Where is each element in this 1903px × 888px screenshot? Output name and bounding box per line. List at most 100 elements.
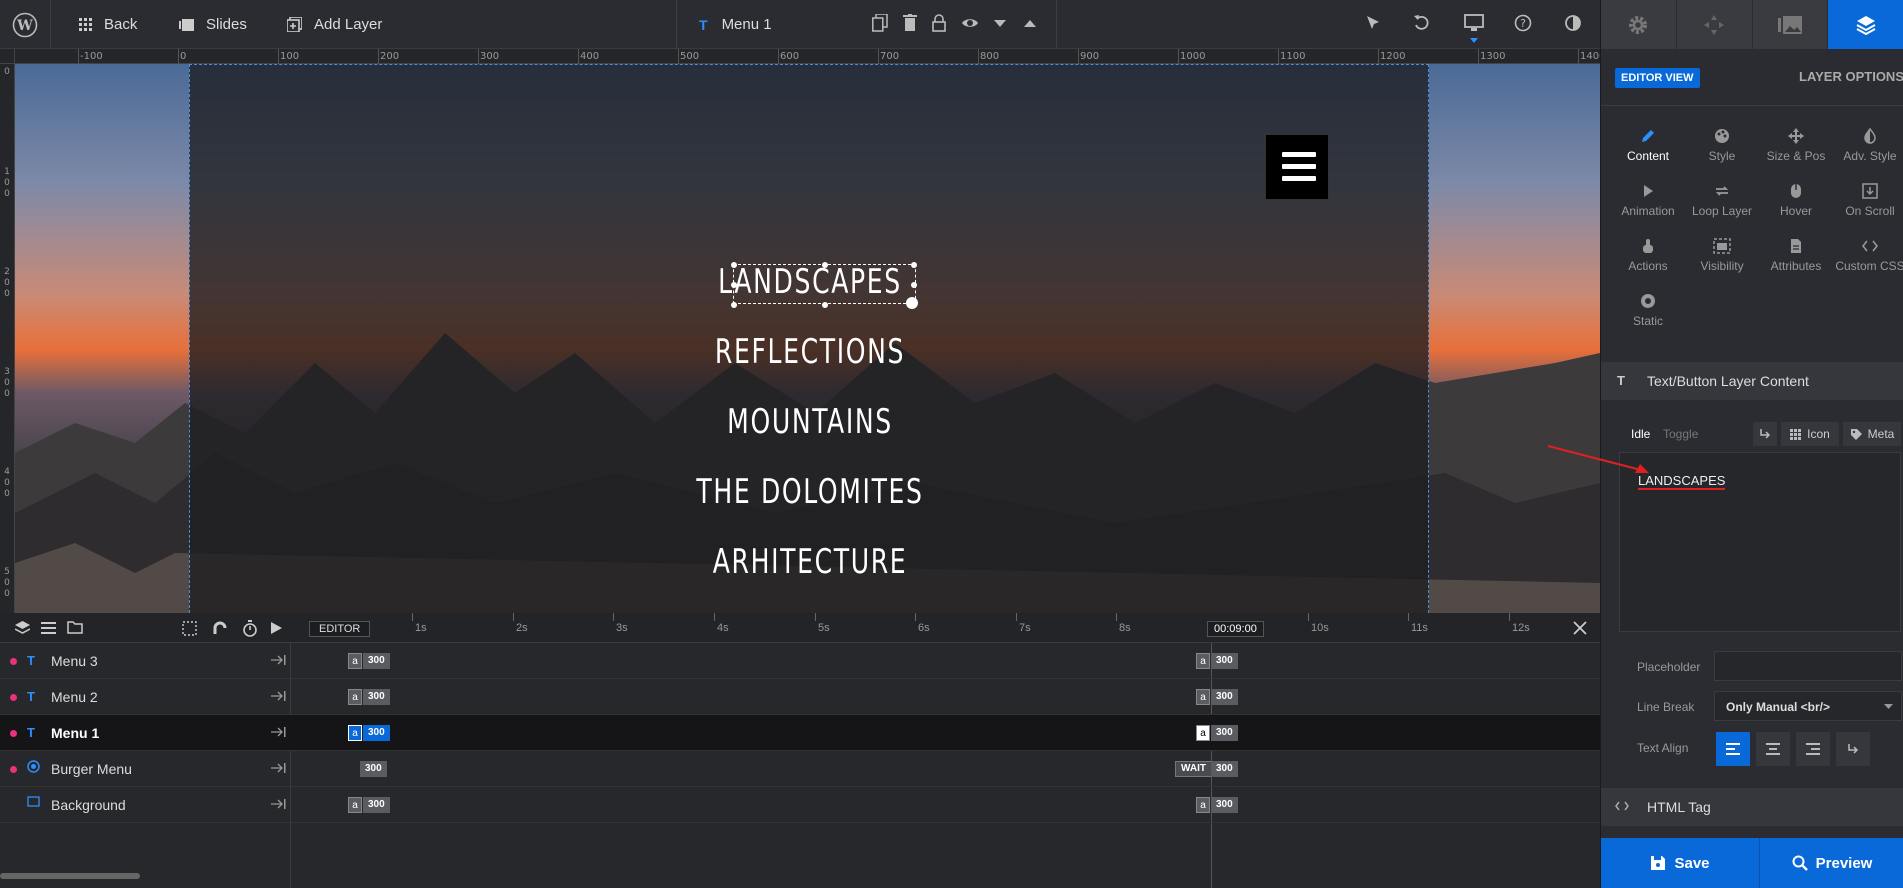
select-area-icon[interactable] — [182, 621, 197, 636]
visibility-eye-icon[interactable] — [961, 14, 981, 34]
toggle-tab[interactable]: Toggle — [1663, 427, 1698, 441]
tab-settings[interactable] — [1601, 0, 1677, 49]
align-left-button[interactable] — [1716, 732, 1750, 766]
start-duration-badge[interactable]: 300 — [363, 653, 390, 669]
add-layer-button[interactable]: Add Layer — [287, 0, 382, 49]
lock-icon[interactable] — [932, 14, 952, 34]
slide-canvas[interactable]: LANDSCAPES REFLECTIONS MOUNTAINS THE DOL… — [15, 64, 1600, 613]
preview-button[interactable]: Preview — [1760, 838, 1903, 888]
icon-button[interactable]: Icon — [1781, 422, 1839, 446]
timeline-row[interactable]: Background a 300 a 300 — [0, 787, 1600, 823]
option-static[interactable]: Static — [1611, 293, 1685, 328]
duplicate-icon[interactable] — [872, 14, 892, 34]
option-on-scroll[interactable]: On Scroll — [1833, 183, 1903, 218]
option-adv-style[interactable]: Adv. Style — [1833, 128, 1903, 163]
horizontal-scrollbar[interactable] — [0, 873, 140, 879]
start-duration-badge[interactable]: 300 — [363, 725, 390, 741]
collapse-to-end-icon[interactable] — [270, 726, 286, 738]
start-ease-badge[interactable]: a — [348, 725, 362, 741]
collapse-to-end-icon[interactable] — [270, 798, 286, 810]
option-animation[interactable]: Animation — [1611, 183, 1685, 218]
start-duration-badge[interactable]: 300 — [363, 797, 390, 813]
slides-button[interactable]: Slides — [179, 0, 247, 49]
current-layer-indicator[interactable]: T Menu 1 — [699, 0, 772, 49]
wait-badge[interactable]: WAIT — [1175, 761, 1212, 777]
section-text-button-content[interactable]: T Text/Button Layer Content — [1601, 362, 1903, 400]
folder-icon[interactable] — [67, 621, 83, 634]
tab-navigation[interactable] — [1676, 0, 1753, 49]
end-duration-badge[interactable]: 300 — [1211, 797, 1238, 813]
editor-view-badge[interactable]: EDITOR VIEW — [1615, 68, 1700, 88]
section-html-tag[interactable]: HTML Tag — [1601, 788, 1903, 826]
start-duration-badge[interactable]: 300 — [363, 689, 390, 705]
contrast-icon[interactable] — [1564, 14, 1584, 34]
linebreak-insert-button[interactable] — [1753, 422, 1777, 446]
move-down-icon[interactable] — [992, 14, 1012, 34]
menu-item-mountains[interactable]: MOUNTAINS — [302, 402, 1319, 442]
layers-icon[interactable] — [15, 621, 30, 635]
start-duration-badge[interactable]: 300 — [360, 761, 387, 777]
move-up-icon[interactable] — [1022, 14, 1042, 34]
option-content[interactable]: Content — [1611, 128, 1685, 163]
end-duration-badge[interactable]: 300 — [1211, 689, 1238, 705]
collapse-to-end-icon[interactable] — [270, 690, 286, 702]
tab-layers[interactable] — [1828, 0, 1903, 49]
end-duration-badge[interactable]: 300 — [1211, 653, 1238, 669]
align-right-button[interactable] — [1796, 732, 1830, 766]
collapse-to-end-icon[interactable] — [270, 762, 286, 774]
wordpress-logo-icon[interactable]: W — [12, 0, 38, 49]
start-ease-badge[interactable]: a — [348, 689, 362, 705]
tab-slide[interactable] — [1752, 0, 1829, 49]
timeline-row[interactable]: T Menu 2 a 300 a 300 — [0, 679, 1600, 715]
placeholder-input[interactable] — [1714, 651, 1902, 681]
list-icon[interactable] — [41, 622, 56, 634]
option-custom-css[interactable]: Custom CSS — [1833, 238, 1903, 273]
end-duration-badge[interactable]: 300 — [1211, 725, 1238, 741]
meta-button[interactable]: Meta — [1843, 422, 1901, 446]
close-timeline-icon[interactable] — [1573, 621, 1587, 635]
start-ease-badge[interactable]: a — [348, 797, 362, 813]
undo-history-icon[interactable] — [1413, 14, 1433, 34]
option-attributes[interactable]: Attributes — [1759, 238, 1833, 273]
delete-icon[interactable] — [903, 14, 923, 34]
selection-box[interactable] — [731, 262, 918, 309]
layer-grid-area: LANDSCAPES REFLECTIONS MOUNTAINS THE DOL… — [189, 64, 1429, 613]
option-actions[interactable]: Actions — [1611, 238, 1685, 273]
back-button[interactable]: Back — [79, 0, 137, 49]
menu-item-dolomites[interactable]: THE DOLOMITES — [302, 472, 1319, 512]
play-icon[interactable] — [271, 622, 282, 634]
idle-tab[interactable]: Idle — [1631, 427, 1650, 441]
option-style[interactable]: Style — [1685, 128, 1759, 163]
resize-handle-icon[interactable] — [906, 297, 918, 309]
timeline-row[interactable]: Burger Menu 300 WAIT 300 — [0, 751, 1600, 787]
align-center-button[interactable] — [1756, 732, 1790, 766]
linebreak-select[interactable]: Only Manual <br/> — [1714, 691, 1902, 721]
end-ease-badge[interactable]: a — [1196, 725, 1210, 741]
current-time-display[interactable]: 00:09:00 — [1207, 621, 1264, 637]
timeline-tick — [513, 613, 514, 621]
timeline-row[interactable]: T Menu 1 a 300 a 300 — [0, 715, 1600, 751]
stopwatch-icon[interactable] — [242, 620, 258, 637]
option-visibility[interactable]: Visibility — [1685, 238, 1759, 273]
start-ease-badge[interactable]: a — [348, 653, 362, 669]
editor-time-button[interactable]: EDITOR — [309, 621, 371, 637]
end-duration-badge[interactable]: 300 — [1211, 761, 1238, 777]
timeline-row[interactable]: T Menu 3 a 300 a 300 — [0, 643, 1600, 679]
menu-item-reflections[interactable]: REFLECTIONS — [302, 332, 1319, 372]
end-ease-badge[interactable]: a — [1196, 689, 1210, 705]
collapse-to-end-icon[interactable] — [270, 654, 286, 666]
end-ease-badge[interactable]: a — [1196, 797, 1210, 813]
cursor-select-icon[interactable] — [1364, 14, 1384, 34]
option-size-pos[interactable]: Size & Pos — [1759, 128, 1833, 163]
menu-item-arhitecture[interactable]: ARHITECTURE — [302, 542, 1319, 582]
save-button[interactable]: Save — [1601, 838, 1759, 888]
option-loop-layer[interactable]: Loop Layer — [1685, 183, 1759, 218]
magnet-snap-icon[interactable] — [212, 621, 228, 636]
end-ease-badge[interactable]: a — [1196, 653, 1210, 669]
help-icon[interactable]: ? — [1514, 14, 1534, 34]
desktop-view-icon[interactable] — [1464, 14, 1484, 34]
align-responsive-button[interactable] — [1836, 732, 1870, 766]
option-hover[interactable]: Hover — [1759, 183, 1833, 218]
layer-text-content-field[interactable]: LANDSCAPES — [1619, 452, 1901, 632]
burger-menu-layer[interactable] — [1265, 134, 1329, 200]
